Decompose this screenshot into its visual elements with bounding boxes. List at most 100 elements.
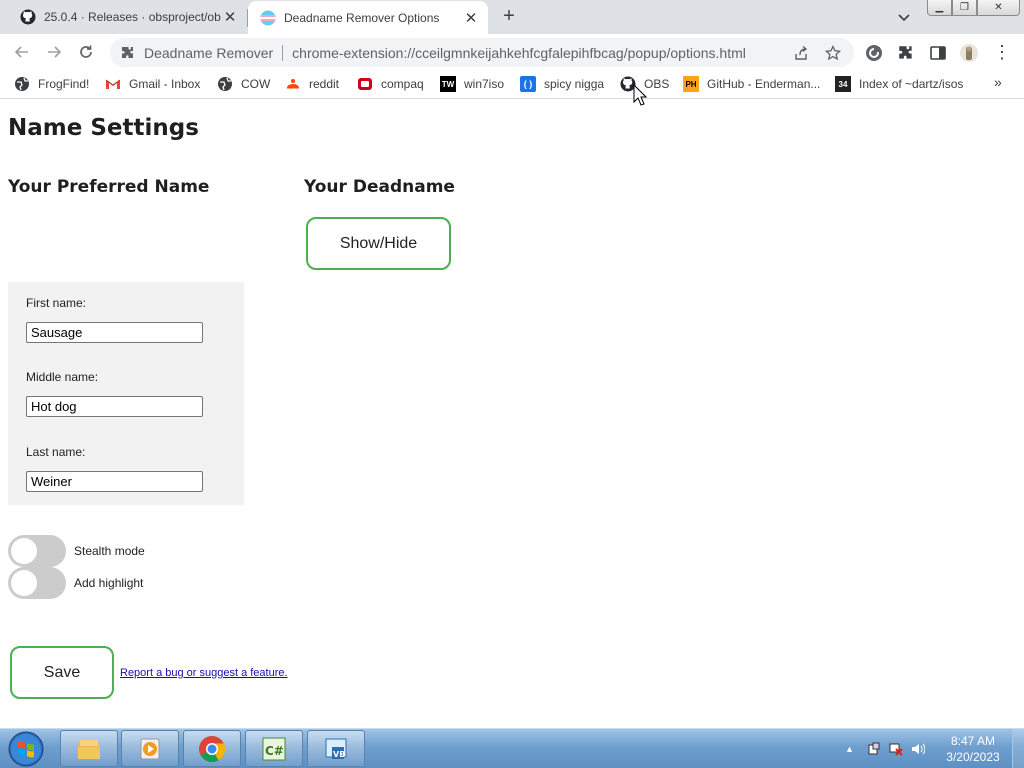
- address-bar[interactable]: Deadname Remover chrome-extension://ccei…: [110, 38, 854, 67]
- back-icon[interactable]: [12, 42, 32, 62]
- save-button[interactable]: Save: [10, 646, 114, 699]
- deadname-heading: Your Deadname: [304, 177, 455, 197]
- bookmark-label: OBS: [644, 77, 670, 91]
- preferred-name-heading: Your Preferred Name: [8, 177, 210, 197]
- action-center-icon[interactable]: [867, 742, 881, 756]
- add-highlight-toggle[interactable]: [8, 567, 66, 599]
- bookmark-label: GitHub - Enderman...: [707, 77, 821, 91]
- share-icon[interactable]: [793, 45, 809, 61]
- compaq-icon: [358, 78, 372, 90]
- bookmark-item[interactable]: compaq: [357, 75, 424, 93]
- first-name-label: First name:: [26, 296, 87, 310]
- svg-text:VB: VB: [333, 750, 345, 759]
- bookmark-label: compaq: [381, 77, 424, 91]
- menu-kebab-icon[interactable]: ⋮: [992, 42, 1012, 62]
- tab-close-icon[interactable]: ✕: [462, 9, 480, 27]
- toggle-knob: [11, 538, 37, 564]
- bookmark-star-icon[interactable]: [825, 45, 841, 61]
- last-name-field[interactable]: [26, 471, 203, 492]
- code-icon: ( ): [520, 76, 536, 92]
- reload-icon[interactable]: [76, 42, 96, 62]
- bookmark-item[interactable]: TW win7iso: [440, 75, 504, 93]
- sync-extension-icon[interactable]: [865, 44, 883, 62]
- volume-icon[interactable]: [911, 742, 925, 756]
- tray-expand-icon[interactable]: ▲: [845, 742, 859, 756]
- bookmark-item[interactable]: reddit: [285, 75, 339, 93]
- reddit-icon: [287, 79, 299, 89]
- middle-name-field[interactable]: [26, 396, 203, 417]
- globe-icon: [218, 77, 232, 91]
- media-player-icon: [140, 738, 160, 759]
- bookmarks-bar: FrogFind! Gmail - Inbox COW reddit compa…: [0, 71, 1024, 99]
- middle-name-label: Middle name:: [26, 370, 99, 384]
- bookmark-label: spicy nigga: [544, 77, 605, 91]
- dartz-icon: 34: [835, 76, 851, 92]
- clock-date: 3/20/2023: [946, 750, 1000, 764]
- system-tray: ▲: [845, 729, 933, 768]
- network-icon[interactable]: [889, 742, 903, 756]
- bookmark-label: FrogFind!: [38, 77, 90, 91]
- bookmark-label: Index of ~dartz/isos: [859, 77, 964, 91]
- minimize-icon[interactable]: ▁: [927, 0, 952, 16]
- taskbar-vb[interactable]: VB: [307, 730, 365, 767]
- windows-taskbar: C# VB ▲ 8:47 AM 3/20/2023: [0, 728, 1024, 768]
- url-text: chrome-extension://cceilgmnkeijahkehfcgf…: [292, 44, 746, 61]
- add-highlight-row: Add highlight: [8, 567, 143, 599]
- bookmark-item[interactable]: Gmail - Inbox: [105, 75, 200, 93]
- ph-icon: PH: [683, 76, 699, 92]
- trans-flag-icon: [260, 10, 276, 25]
- tab-search-icon[interactable]: [896, 9, 912, 25]
- bookmark-item[interactable]: ( ) spicy nigga: [520, 75, 604, 93]
- preferred-name-form: First name: Middle name: Last name:: [8, 282, 244, 505]
- show-desktop-button[interactable]: [1012, 729, 1024, 768]
- toggle-knob: [11, 570, 37, 596]
- new-tab-icon[interactable]: +: [498, 6, 520, 28]
- page-title: Name Settings: [8, 115, 199, 141]
- bookmark-item[interactable]: PH GitHub - Enderman...: [683, 75, 820, 93]
- more-bookmarks-icon[interactable]: »: [994, 74, 1002, 90]
- tab-close-icon[interactable]: ✕: [221, 8, 239, 26]
- chrome-icon: [199, 735, 226, 762]
- tab-title: Deadname Remover Options: [284, 10, 440, 25]
- show-hide-button[interactable]: Show/Hide: [306, 217, 451, 270]
- globe-icon: [15, 77, 29, 91]
- bookmark-item[interactable]: FrogFind!: [14, 75, 89, 93]
- gmail-icon: [105, 79, 121, 89]
- vb-icon: VB: [325, 738, 347, 759]
- taskbar-explorer[interactable]: [60, 730, 118, 767]
- browser-toolbar: Deadname Remover chrome-extension://ccei…: [0, 34, 1024, 71]
- windows-start-icon[interactable]: [6, 730, 46, 768]
- window-controls: ▁ ❐ ✕: [927, 0, 1020, 16]
- options-page: Name Settings Your Preferred Name Your D…: [0, 100, 1024, 728]
- svg-text:C#: C#: [265, 744, 284, 758]
- bookmark-label: win7iso: [464, 77, 505, 91]
- omnibox-divider: [282, 44, 284, 61]
- close-window-icon[interactable]: ✕: [977, 0, 1020, 16]
- restore-icon[interactable]: ❐: [952, 0, 977, 16]
- tab-deadname-options[interactable]: Deadname Remover Options ✕: [248, 1, 488, 34]
- bookmark-item[interactable]: 34 Index of ~dartz/isos: [835, 75, 963, 93]
- bookmark-label: COW: [241, 77, 271, 91]
- side-panel-icon[interactable]: [929, 44, 947, 62]
- taskbar-csharp[interactable]: C#: [245, 730, 303, 767]
- report-bug-link[interactable]: Report a bug or suggest a feature.: [120, 667, 288, 679]
- first-name-field[interactable]: [26, 322, 203, 343]
- mouse-cursor-icon: [633, 84, 647, 106]
- system-clock[interactable]: 8:47 AM 3/20/2023: [940, 733, 1006, 765]
- bookmark-label: reddit: [309, 77, 340, 91]
- extensions-icon[interactable]: [897, 44, 915, 62]
- last-name-label: Last name:: [26, 445, 86, 459]
- bookmark-item[interactable]: COW: [217, 75, 270, 93]
- explorer-icon: [78, 739, 100, 759]
- add-highlight-label: Add highlight: [74, 576, 144, 590]
- taskbar-chrome[interactable]: [183, 730, 241, 767]
- tab-obs-releases[interactable]: 25.0.4 · Releases · obsproject/obs ✕: [0, 0, 247, 34]
- stealth-mode-toggle[interactable]: [8, 535, 66, 567]
- forward-icon[interactable]: [44, 42, 64, 62]
- clock-time: 8:47 AM: [950, 734, 996, 748]
- tab-strip: 25.0.4 · Releases · obsproject/obs ✕ Dea…: [0, 0, 1024, 34]
- profile-avatar[interactable]: [960, 44, 978, 62]
- win7iso-icon: TW: [440, 76, 456, 92]
- bookmark-label: Gmail - Inbox: [129, 77, 201, 91]
- taskbar-media-player[interactable]: [121, 730, 179, 767]
